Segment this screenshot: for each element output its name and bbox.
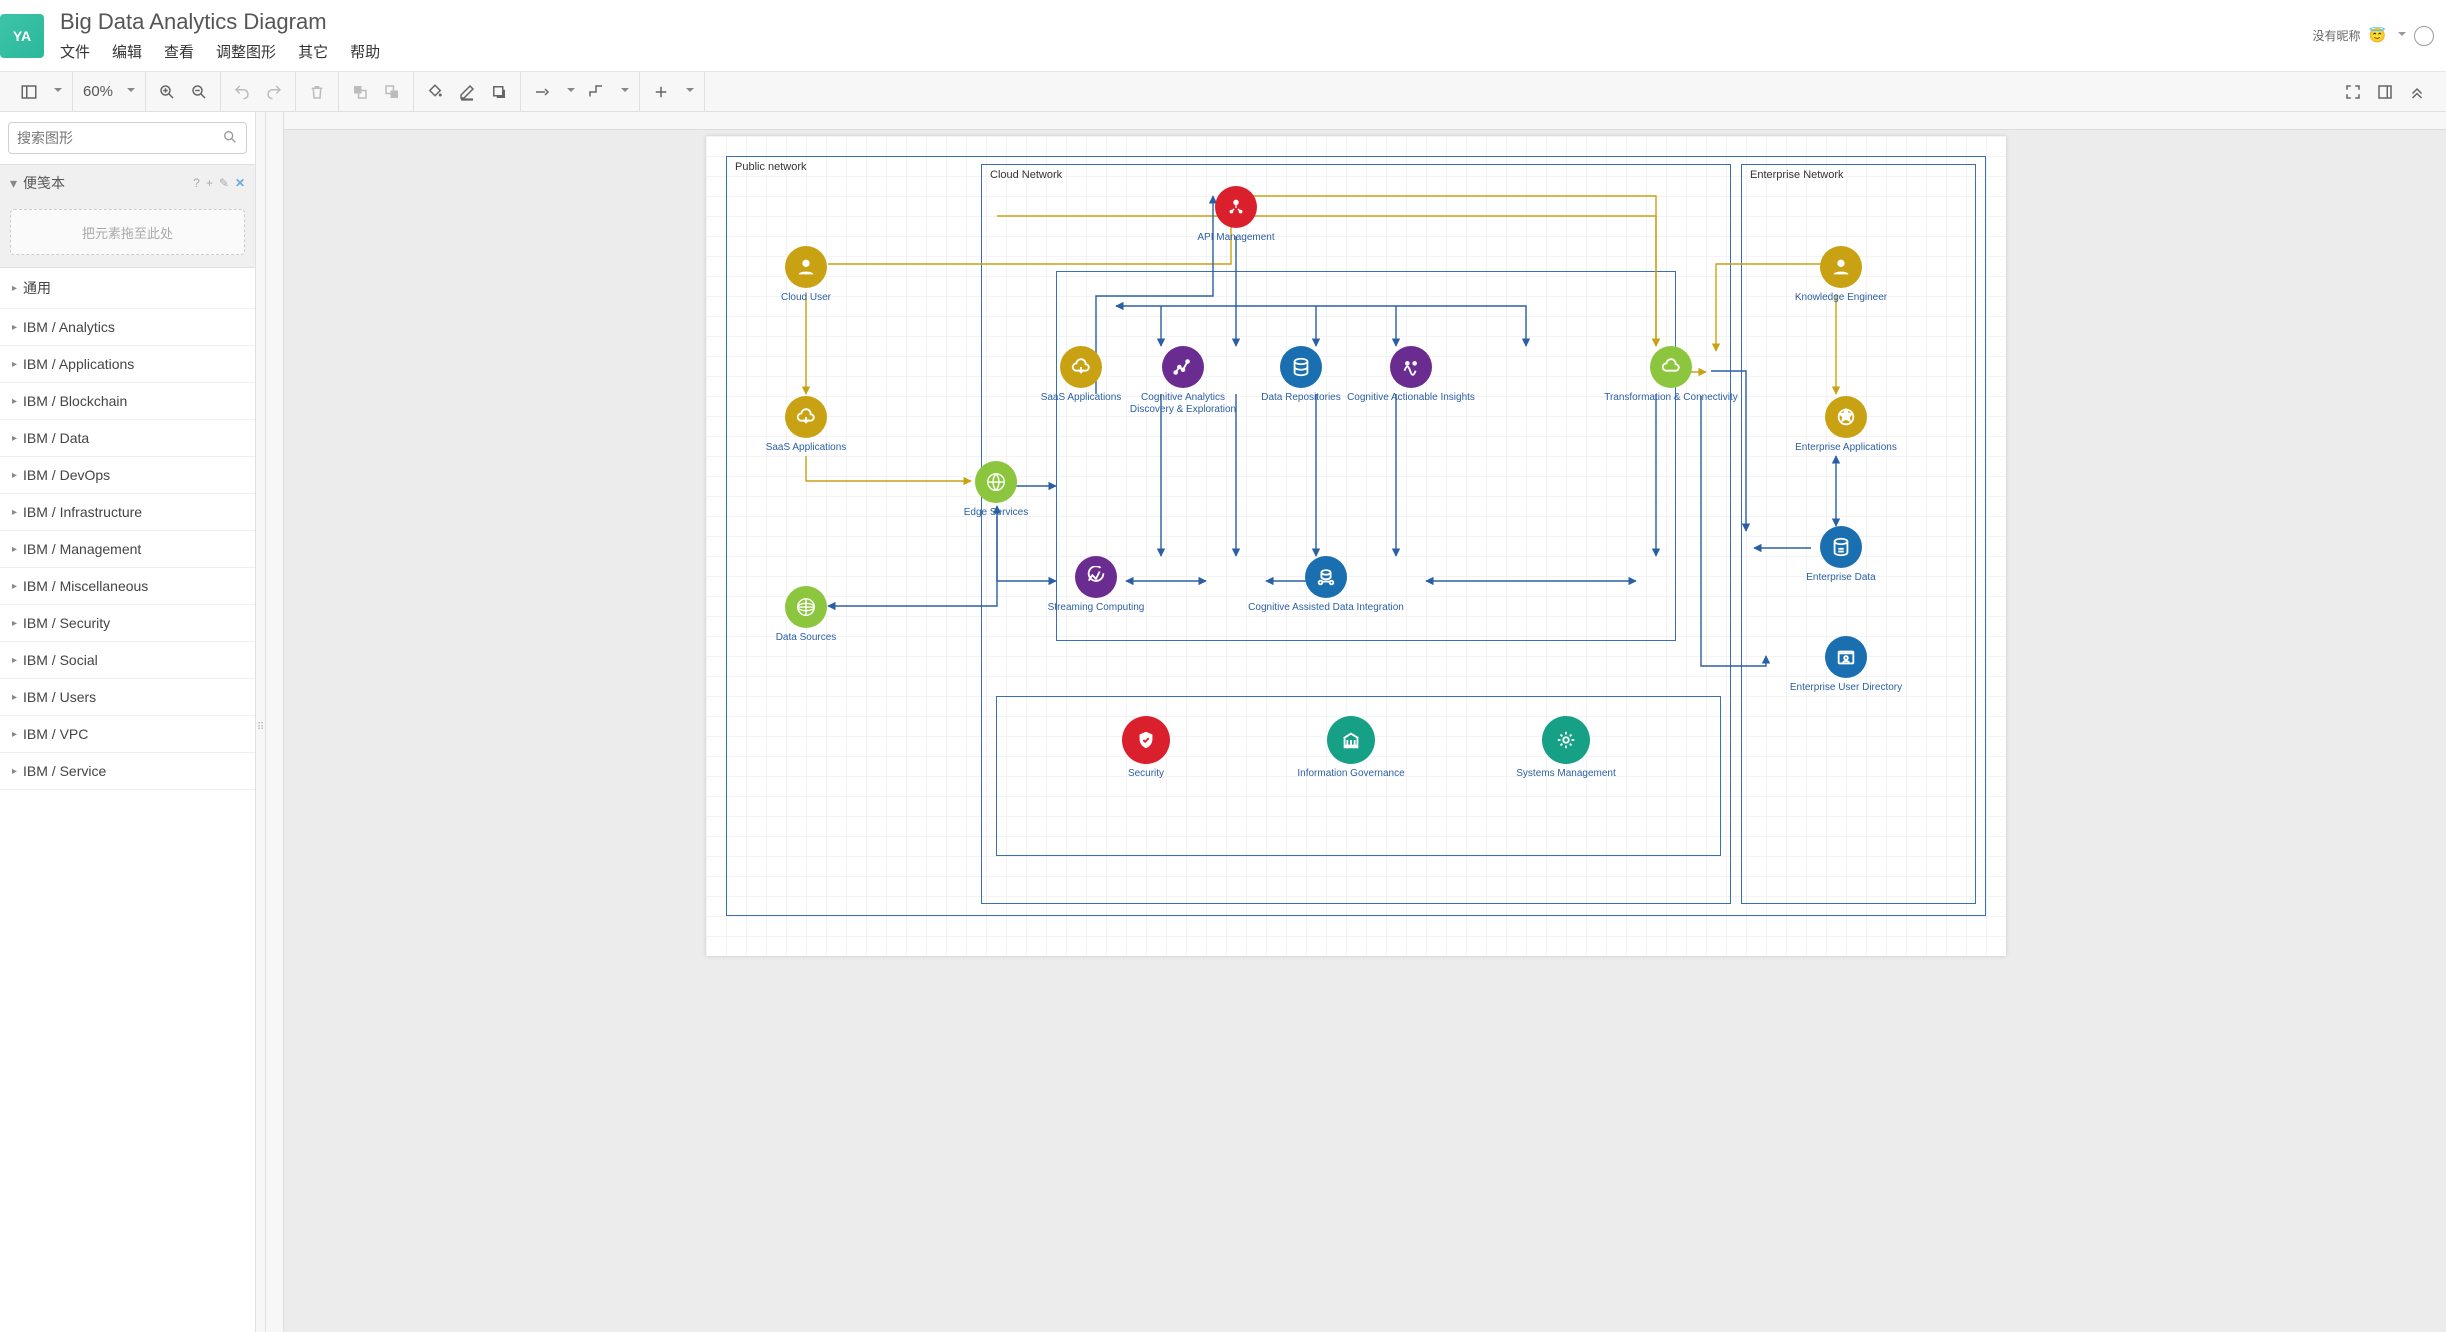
node-edge-services[interactable]: Edge Services xyxy=(936,461,1056,519)
node-data-repositories[interactable]: Data Repositories xyxy=(1251,346,1351,404)
shape-categories[interactable]: ▸通用 ▸IBM / Analytics ▸IBM / Applications… xyxy=(0,268,255,1332)
redo-icon[interactable] xyxy=(263,81,285,103)
main: ▾ 便笺本 ? + ✎ ✕ 把元素拖至此处 ▸通用 ▸IBM / Analyti… xyxy=(0,112,2446,1332)
edit-icon[interactable]: ✎ xyxy=(219,176,229,190)
category-ibm-service[interactable]: ▸IBM / Service xyxy=(0,753,255,790)
close-icon[interactable]: ✕ xyxy=(235,176,245,190)
scratchpad: ▾ 便笺本 ? + ✎ ✕ 把元素拖至此处 xyxy=(0,164,255,268)
user-area[interactable]: 没有昵称 😇 xyxy=(2313,26,2434,46)
category-ibm-infrastructure[interactable]: ▸IBM / Infrastructure xyxy=(0,494,255,531)
node-transformation[interactable]: Transformation & Connectivity xyxy=(1596,346,1746,404)
node-enterprise-userdir[interactable]: Enterprise User Directory xyxy=(1771,636,1921,694)
category-ibm-devops[interactable]: ▸IBM / DevOps xyxy=(0,457,255,494)
category-general[interactable]: ▸通用 xyxy=(0,268,255,309)
category-ibm-users[interactable]: ▸IBM / Users xyxy=(0,679,255,716)
view-caret[interactable] xyxy=(50,84,62,99)
menu-arrange[interactable]: 调整图形 xyxy=(216,41,276,62)
connection-icon[interactable] xyxy=(531,81,553,103)
category-ibm-applications[interactable]: ▸IBM / Applications xyxy=(0,346,255,383)
node-knowledge-engineer[interactable]: Knowledge Engineer xyxy=(1781,246,1901,304)
node-cognitive-analytics[interactable]: Cognitive Analytics Discovery & Explorat… xyxy=(1118,346,1248,416)
menu-bar: 文件 编辑 查看 调整图形 其它 帮助 xyxy=(60,41,2313,62)
user-dropdown-caret[interactable] xyxy=(2394,29,2406,43)
fullscreen-icon[interactable] xyxy=(2342,81,2364,103)
menu-view[interactable]: 查看 xyxy=(164,41,194,62)
app-header: YA Big Data Analytics Diagram 文件 编辑 查看 调… xyxy=(0,0,2446,72)
node-data-sources[interactable]: Data Sources xyxy=(746,586,866,644)
ruler-vertical xyxy=(266,112,284,1332)
menu-edit[interactable]: 编辑 xyxy=(112,41,142,62)
menu-help[interactable]: 帮助 xyxy=(350,41,380,62)
fill-color-icon[interactable] xyxy=(424,81,446,103)
node-info-governance[interactable]: Information Governance xyxy=(1276,716,1426,780)
category-ibm-management[interactable]: ▸IBM / Management xyxy=(0,531,255,568)
category-ibm-social[interactable]: ▸IBM / Social xyxy=(0,642,255,679)
waypoint-caret[interactable] xyxy=(617,84,629,99)
menu-extras[interactable]: 其它 xyxy=(298,41,328,62)
user-label: 没有昵称 xyxy=(2313,27,2361,44)
scratchpad-title: 便笺本 xyxy=(23,173,193,193)
page-title[interactable]: Big Data Analytics Diagram xyxy=(60,9,2313,35)
globe-icon[interactable] xyxy=(2414,26,2434,46)
category-ibm-data[interactable]: ▸IBM / Data xyxy=(0,420,255,457)
ruler-horizontal xyxy=(266,112,2446,130)
insert-caret[interactable] xyxy=(682,84,694,99)
node-saas-apps-cloud[interactable]: SaaS Applications xyxy=(1036,346,1126,404)
zoom-caret[interactable] xyxy=(123,84,135,99)
line-color-icon[interactable] xyxy=(456,81,478,103)
to-front-icon[interactable] xyxy=(349,81,371,103)
node-streaming[interactable]: Streaming Computing xyxy=(1036,556,1156,614)
search-input[interactable] xyxy=(17,130,222,146)
insert-icon[interactable] xyxy=(650,81,672,103)
category-ibm-analytics[interactable]: ▸IBM / Analytics xyxy=(0,309,255,346)
collapse-icon[interactable] xyxy=(2406,81,2428,103)
category-ibm-misc[interactable]: ▸IBM / Miscellaneous xyxy=(0,568,255,605)
node-cognitive-dataint[interactable]: Cognitive Assisted Data Integration xyxy=(1236,556,1416,614)
node-saas-apps-public[interactable]: SaaS Applications xyxy=(746,396,866,454)
canvas-viewport[interactable]: Public network Cloud Network Enterprise … xyxy=(266,112,2446,1332)
category-ibm-blockchain[interactable]: ▸IBM / Blockchain xyxy=(0,383,255,420)
node-systems-mgmt[interactable]: Systems Management xyxy=(1496,716,1636,780)
app-logo[interactable]: YA xyxy=(0,14,44,58)
search-icon[interactable] xyxy=(222,129,238,148)
node-enterprise-data[interactable]: Enterprise Data xyxy=(1781,526,1901,584)
sidebar-resize-handle[interactable] xyxy=(256,112,266,1332)
menu-file[interactable]: 文件 xyxy=(60,41,90,62)
node-api-mgmt[interactable]: API Management xyxy=(1176,186,1296,244)
zoom-level[interactable]: 60% xyxy=(83,83,113,100)
category-ibm-vpc[interactable]: ▸IBM / VPC xyxy=(0,716,255,753)
smile-icon: 😇 xyxy=(2369,27,2386,44)
search-box[interactable] xyxy=(8,122,247,154)
to-back-icon[interactable] xyxy=(381,81,403,103)
add-icon[interactable]: + xyxy=(206,176,213,190)
scratchpad-dropzone[interactable]: 把元素拖至此处 xyxy=(10,209,245,255)
sidebar-toggle-icon[interactable] xyxy=(18,81,40,103)
node-enterprise-apps[interactable]: Enterprise Applications xyxy=(1781,396,1911,454)
format-panel-icon[interactable] xyxy=(2374,81,2396,103)
node-cloud-user[interactable]: Cloud User xyxy=(746,246,866,304)
undo-icon[interactable] xyxy=(231,81,253,103)
chevron-down-icon[interactable]: ▾ xyxy=(10,175,17,192)
delete-icon[interactable] xyxy=(306,81,328,103)
diagram-canvas[interactable]: Public network Cloud Network Enterprise … xyxy=(706,136,2006,956)
toolbar: 60% xyxy=(0,72,2446,112)
waypoint-icon[interactable] xyxy=(585,81,607,103)
connection-caret[interactable] xyxy=(563,84,575,99)
shadow-icon[interactable] xyxy=(488,81,510,103)
help-icon[interactable]: ? xyxy=(193,176,200,190)
zoom-out-icon[interactable] xyxy=(188,81,210,103)
node-cognitive-insights[interactable]: Cognitive Actionable Insights xyxy=(1346,346,1476,404)
zoom-in-icon[interactable] xyxy=(156,81,178,103)
sidebar: ▾ 便笺本 ? + ✎ ✕ 把元素拖至此处 ▸通用 ▸IBM / Analyti… xyxy=(0,112,256,1332)
category-ibm-security[interactable]: ▸IBM / Security xyxy=(0,605,255,642)
node-security[interactable]: Security xyxy=(1086,716,1206,780)
